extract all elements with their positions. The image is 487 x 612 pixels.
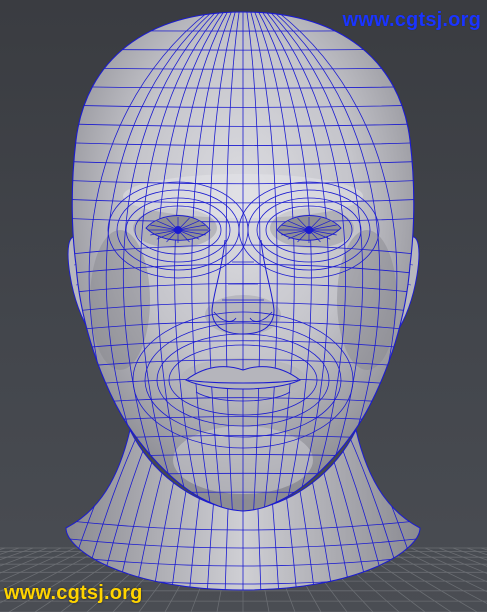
watermark-top: www.cgtsj.org bbox=[342, 9, 481, 31]
watermark-bottom: www.cgtsj.org bbox=[4, 582, 143, 604]
3d-viewport[interactable]: www.cgtsj.org www.cgtsj.org bbox=[0, 0, 487, 612]
viewport-scene[interactable] bbox=[0, 0, 487, 612]
head-mesh[interactable] bbox=[51, 11, 435, 512]
